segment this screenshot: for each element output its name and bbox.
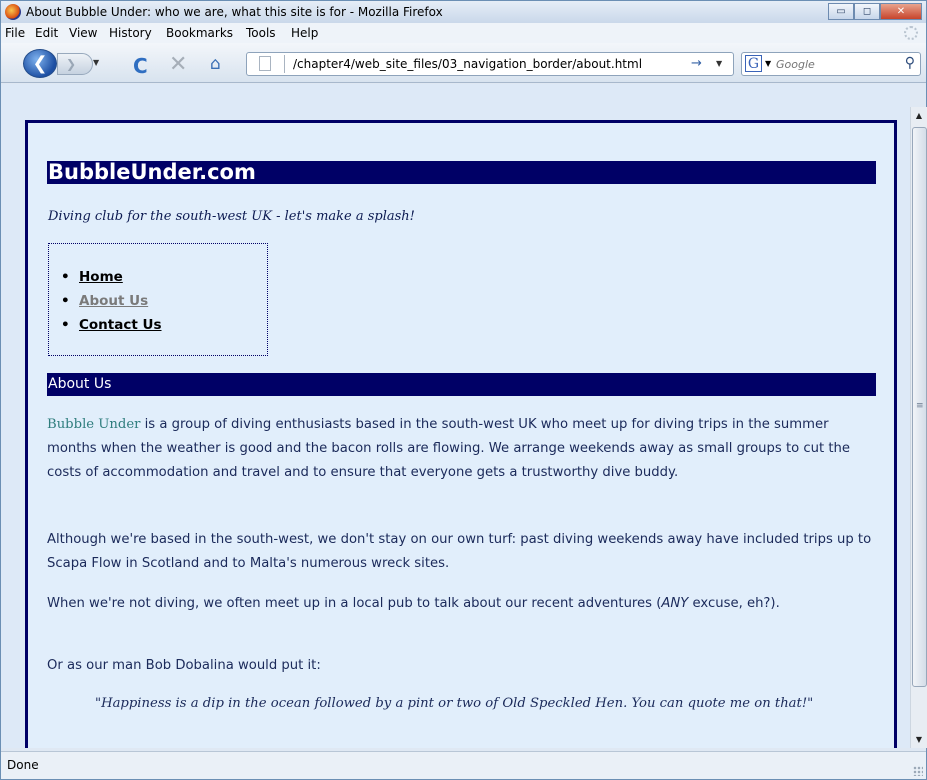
history-dropdown-icon[interactable]: ▼ — [93, 58, 99, 67]
address-bar[interactable]: /chapter4/web_site_files/03_navigation_b… — [246, 52, 734, 76]
close-button[interactable]: ✕ — [880, 3, 922, 20]
engine-dropdown-icon[interactable]: ▼ — [765, 59, 771, 68]
page-icon — [259, 56, 271, 71]
blockquote: "Happiness is a dip in the ocean followe… — [95, 696, 814, 711]
trips-paragraph: Although we're based in the south-west, … — [47, 532, 872, 571]
address-separator — [284, 55, 285, 73]
back-button[interactable]: ❮ — [23, 49, 57, 78]
page-container: BubbleUnder.com Diving club for the sout… — [25, 120, 897, 748]
status-bar: Done — [1, 751, 926, 779]
stop-button[interactable]: ✕ — [169, 52, 187, 77]
menu-history[interactable]: History — [109, 26, 152, 40]
nav-item-about: About Us — [79, 289, 162, 313]
window-controls: ▭ ◻ ✕ — [828, 3, 922, 21]
activity-throbber-icon — [904, 26, 918, 40]
url-text[interactable]: /chapter4/web_site_files/03_navigation_b… — [293, 57, 642, 71]
pub-emphasis: ANY — [661, 596, 689, 611]
pub-paragraph: When we're not diving, we often meet up … — [47, 592, 881, 616]
nav-link-home[interactable]: Home — [79, 269, 123, 285]
quote-intro: Or as our man Bob Dobalina would put it: — [47, 658, 321, 673]
forward-button[interactable]: ❯ — [57, 53, 93, 75]
menu-edit[interactable]: Edit — [35, 26, 58, 40]
nav-item-home: Home — [79, 265, 162, 289]
nav-link-about[interactable]: About Us — [79, 293, 148, 309]
browser-window: About Bubble Under: who we are, what thi… — [0, 0, 927, 780]
menu-file[interactable]: File — [5, 26, 25, 40]
nav-link-contact[interactable]: Contact Us — [79, 317, 162, 333]
resize-grip-icon[interactable] — [913, 766, 923, 776]
reload-button[interactable]: C — [133, 54, 148, 78]
title-bar: About Bubble Under: who we are, what thi… — [1, 1, 926, 23]
scroll-up-arrow-icon[interactable]: ▲ — [911, 107, 927, 124]
menu-bookmarks[interactable]: Bookmarks — [166, 26, 233, 40]
menu-tools[interactable]: Tools — [246, 26, 276, 40]
scroll-thumb[interactable]: ≡ — [912, 127, 927, 687]
scroll-down-arrow-icon[interactable]: ▼ — [911, 731, 927, 748]
pub-text-start: When we're not diving, we often meet up … — [47, 596, 662, 611]
section-heading: About Us — [47, 373, 876, 396]
brand-name: Bubble Under — [47, 417, 141, 432]
menu-view[interactable]: View — [69, 26, 97, 40]
url-dropdown-icon[interactable]: ▼ — [716, 59, 722, 68]
navigation-toolbar: ❮ ❯ ▼ C ✕ ⌂ /chapter4/web_site_files/03_… — [1, 43, 926, 83]
status-text: Done — [7, 758, 39, 772]
window-title: About Bubble Under: who we are, what thi… — [26, 5, 443, 19]
minimize-button[interactable]: ▭ — [828, 3, 854, 20]
vertical-scrollbar[interactable]: ▲ ≡ ▼ — [910, 107, 927, 748]
maximize-button[interactable]: ◻ — [854, 3, 880, 20]
search-bar: G ▼ ⚲ — [741, 52, 921, 76]
nav-item-contact: Contact Us — [79, 313, 162, 337]
go-arrow-icon[interactable]: → — [691, 56, 702, 71]
site-navigation: Home About Us Contact Us — [48, 243, 268, 356]
google-engine-icon[interactable]: G — [745, 55, 762, 72]
site-title: BubbleUnder.com — [47, 161, 876, 184]
tagline: Diving club for the south-west UK - let'… — [48, 209, 415, 224]
pub-text-end: excuse, eh?). — [688, 596, 780, 611]
scroll-grip-icon: ≡ — [916, 401, 924, 411]
search-icon[interactable]: ⚲ — [905, 55, 915, 71]
intro-text: is a group of diving enthusiasts based i… — [47, 417, 851, 480]
firefox-icon — [5, 4, 21, 20]
search-input[interactable] — [776, 56, 896, 72]
menu-help[interactable]: Help — [291, 26, 318, 40]
menu-bar: File Edit View History Bookmarks Tools H… — [1, 23, 926, 43]
intro-paragraph: Bubble Under is a group of diving enthus… — [47, 413, 881, 485]
page-viewport: BubbleUnder.com Diving club for the sout… — [1, 84, 910, 748]
home-button[interactable]: ⌂ — [210, 54, 221, 74]
